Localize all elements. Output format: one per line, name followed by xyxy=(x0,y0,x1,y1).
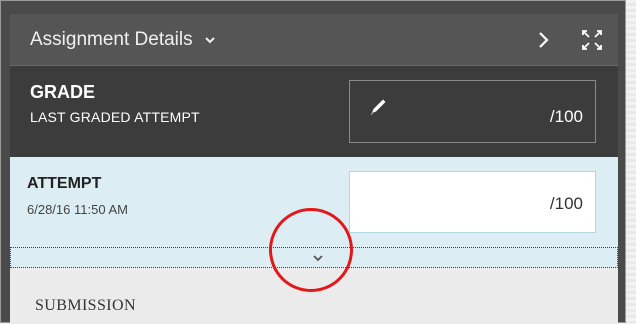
assignment-details-dropdown[interactable]: Assignment Details xyxy=(30,29,217,51)
chevron-down-icon xyxy=(204,36,215,43)
grade-subtitle: LAST GRADED ATTEMPT xyxy=(30,109,200,125)
pencil-icon[interactable] xyxy=(366,95,390,119)
panel-title-label: Assignment Details xyxy=(30,28,193,50)
attempt-grade-input[interactable]: /100 xyxy=(349,171,596,233)
grade-section: GRADE LAST GRADED ATTEMPT /100 xyxy=(10,66,618,157)
grade-value: /100 xyxy=(549,107,583,126)
attempt-title: ATTEMPT xyxy=(27,175,102,192)
grade-input[interactable]: /100 xyxy=(349,80,596,143)
page-background xyxy=(626,0,636,323)
panel-header: Assignment Details xyxy=(10,14,618,66)
attempt-date: 6/28/16 11:50 AM xyxy=(27,202,128,217)
annotation-circle xyxy=(269,208,353,292)
chevron-right-icon[interactable] xyxy=(532,28,556,52)
attempt-grade-value: /100 xyxy=(549,194,583,213)
fullscreen-icon[interactable] xyxy=(580,28,604,52)
grade-title: GRADE xyxy=(30,82,96,102)
submission-label: SUBMISSION xyxy=(35,297,136,314)
